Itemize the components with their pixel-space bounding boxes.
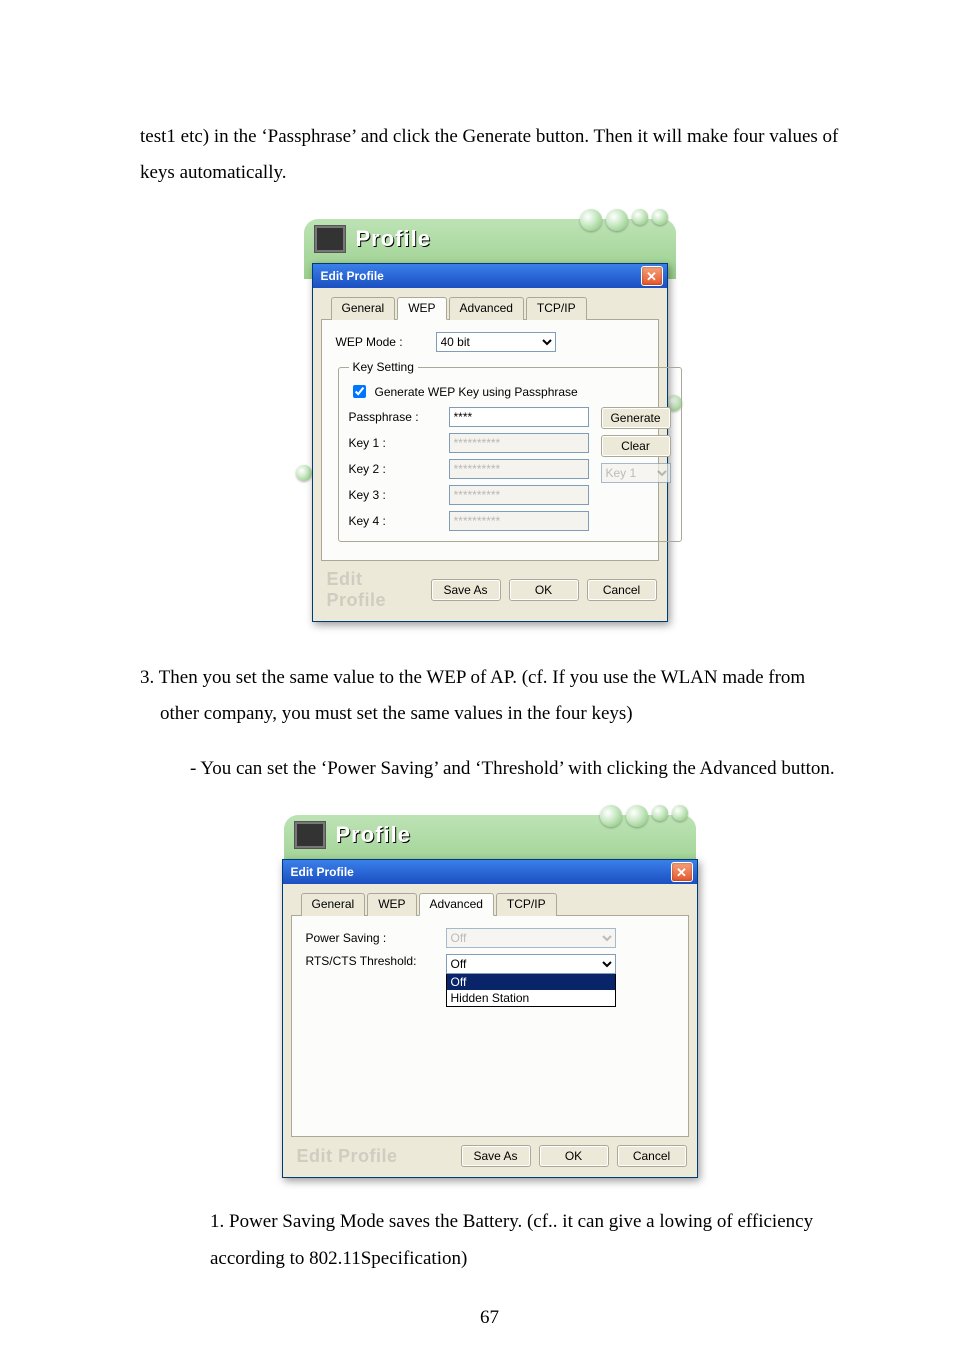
wep-mode-select[interactable]: 40 bit (436, 332, 556, 352)
ghost-title: Edit Profile (293, 1146, 398, 1167)
ok-button[interactable]: OK (509, 579, 579, 601)
gen-passphrase-label: Generate WEP Key using Passphrase (375, 385, 578, 399)
intro-text: test1 etc) in the ‘Passphrase’ and click… (140, 119, 839, 191)
tab-advanced[interactable]: Advanced (419, 893, 494, 916)
key4-input (449, 511, 589, 531)
app-title: Profile (356, 226, 431, 252)
tab-tcpip[interactable]: TCP/IP (526, 297, 587, 320)
gen-passphrase-checkbox[interactable]: Generate WEP Key using Passphrase (349, 382, 671, 401)
power-saving-label: Power Saving : (306, 931, 436, 945)
key1-label: Key 1 : (349, 436, 439, 450)
key2-input (449, 459, 589, 479)
power-saving-select: Off (446, 928, 616, 948)
save-as-button[interactable]: Save As (461, 1145, 531, 1167)
advanced-bullet: - You can set the ‘Power Saving’ and ‘Th… (140, 751, 839, 787)
passphrase-label: Passphrase : (349, 410, 439, 424)
figure-wep: Profile Edit Profile ✕ General WEP Advan… (140, 215, 839, 636)
step-3: 3. Then you set the same value to the WE… (140, 660, 839, 732)
rts-option-off[interactable]: Off (447, 974, 615, 990)
dialog-title: Edit Profile (291, 865, 354, 879)
close-icon: ✕ (646, 270, 657, 283)
generate-button[interactable]: Generate (601, 407, 671, 429)
rts-threshold-label: RTS/CTS Threshold: (306, 954, 436, 968)
app-logo-icon (294, 821, 326, 849)
key2-label: Key 2 : (349, 462, 439, 476)
step-1: 1. Power Saving Mode saves the Battery. … (140, 1204, 839, 1276)
close-button[interactable]: ✕ (641, 266, 663, 286)
close-icon: ✕ (676, 866, 687, 879)
tab-tcpip[interactable]: TCP/IP (496, 893, 557, 916)
figure-advanced: Profile Edit Profile ✕ General WEP Advan… (140, 811, 839, 1180)
wep-mode-label: WEP Mode : (336, 335, 426, 349)
passphrase-input[interactable] (449, 407, 589, 427)
cancel-button[interactable]: Cancel (587, 579, 657, 601)
rts-threshold-select[interactable]: Off (446, 954, 616, 974)
tab-wep[interactable]: WEP (367, 893, 416, 916)
clear-button[interactable]: Clear (601, 435, 671, 457)
dialog-title: Edit Profile (321, 269, 384, 283)
edit-profile-dialog: Edit Profile ✕ General WEP Advanced TCP/… (312, 263, 668, 622)
ghost-title: Edit Profile (323, 569, 423, 611)
app-title: Profile (336, 822, 411, 848)
app-logo-icon (314, 225, 346, 253)
cancel-button[interactable]: Cancel (617, 1145, 687, 1167)
key-setting-legend: Key Setting (349, 360, 418, 374)
key-select: Key 1 (601, 463, 671, 483)
key4-label: Key 4 : (349, 514, 439, 528)
gen-passphrase-input[interactable] (353, 385, 366, 398)
tab-wep[interactable]: WEP (397, 297, 446, 320)
close-button[interactable]: ✕ (671, 862, 693, 882)
save-as-button[interactable]: Save As (431, 579, 501, 601)
tab-advanced[interactable]: Advanced (449, 297, 524, 320)
rts-option-hidden[interactable]: Hidden Station (447, 990, 615, 1006)
orb-icon (296, 465, 312, 481)
key1-input (449, 433, 589, 453)
tab-general[interactable]: General (331, 297, 396, 320)
key3-label: Key 3 : (349, 488, 439, 502)
key3-input (449, 485, 589, 505)
edit-profile-dialog: Edit Profile ✕ General WEP Advanced TCP/… (282, 859, 698, 1178)
page-number: 67 (140, 1307, 839, 1329)
ok-button[interactable]: OK (539, 1145, 609, 1167)
tab-general[interactable]: General (301, 893, 366, 916)
